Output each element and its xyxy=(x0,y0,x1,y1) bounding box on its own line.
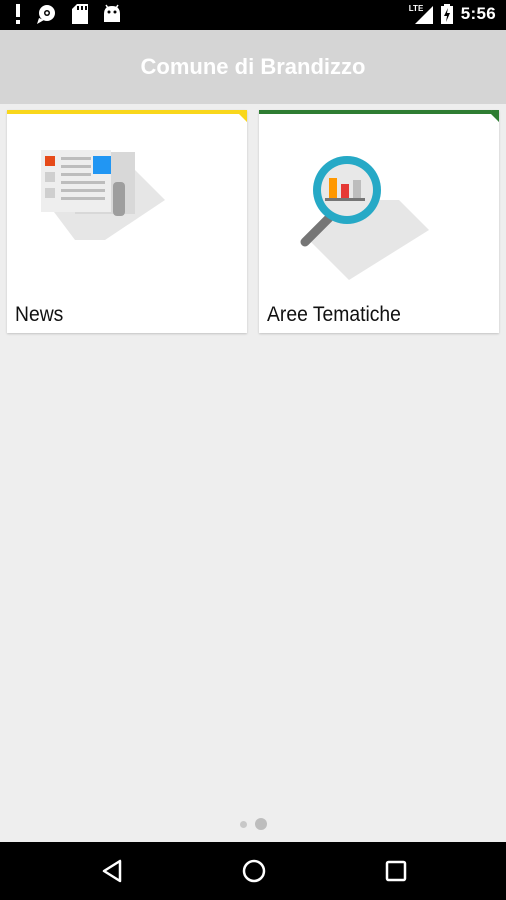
app-bar: Comune di Brandizzo xyxy=(0,30,506,104)
tile-accent-bar xyxy=(259,110,499,122)
alert-icon xyxy=(16,4,20,24)
tile-label: Aree Tematiche xyxy=(267,303,401,326)
newspaper-icon xyxy=(41,150,165,240)
recents-icon[interactable] xyxy=(381,856,411,886)
sd-card-icon xyxy=(72,4,88,24)
chat-bubble-icon xyxy=(37,5,55,24)
tile-news[interactable]: News xyxy=(7,110,247,333)
page-dot-active[interactable] xyxy=(254,818,267,830)
navigation-bar xyxy=(0,842,506,900)
home-icon[interactable] xyxy=(239,856,269,886)
app-title: Comune di Brandizzo xyxy=(140,54,366,79)
clock: 5:56 xyxy=(460,4,496,23)
status-notifications xyxy=(14,4,122,24)
page-indicator xyxy=(0,818,506,830)
tile-aree-tematiche[interactable]: Aree Tematiche xyxy=(259,110,499,333)
tile-label: News xyxy=(15,303,64,326)
signal-icon: LTE xyxy=(409,4,433,24)
page-dot[interactable] xyxy=(239,820,247,828)
back-icon[interactable] xyxy=(98,856,128,886)
magnifier-chart-icon xyxy=(300,156,429,280)
tile-accent-bar xyxy=(7,110,247,122)
android-icon xyxy=(104,4,120,22)
battery-charging-icon xyxy=(440,4,453,24)
status-bar: LTE 5:56 xyxy=(0,0,506,30)
status-system: LTE 5:56 xyxy=(409,4,496,24)
